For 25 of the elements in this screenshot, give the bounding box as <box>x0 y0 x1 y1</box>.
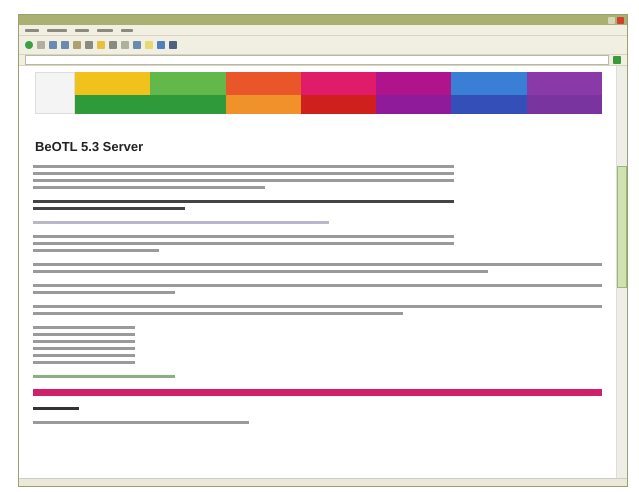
banner-tile[interactable] <box>526 72 602 95</box>
banner-tile[interactable] <box>376 95 452 114</box>
minimize-icon[interactable] <box>608 16 615 24</box>
banner-tile[interactable] <box>150 72 226 95</box>
menu-item-icon[interactable] <box>121 28 133 32</box>
banner-tile[interactable] <box>526 95 602 114</box>
banner-tile[interactable] <box>226 72 301 95</box>
banner-tile[interactable] <box>451 72 527 95</box>
banner-tile[interactable] <box>226 95 301 114</box>
scrollbar[interactable] <box>616 66 627 478</box>
banner-tile[interactable] <box>376 72 452 95</box>
menu-item-icon[interactable] <box>47 28 67 32</box>
page-heading: BeOTL 5.3 Server <box>35 139 144 154</box>
menu-item-icon[interactable] <box>97 28 113 32</box>
banner-tile[interactable] <box>300 95 376 114</box>
banner-tile[interactable] <box>451 95 527 114</box>
blurred-text-drawing <box>33 407 79 410</box>
banner-tile[interactable] <box>300 72 376 95</box>
menu-item-icon[interactable] <box>75 28 89 32</box>
close-icon[interactable] <box>617 16 624 24</box>
banner-tile[interactable] <box>75 95 150 114</box>
go-icon[interactable] <box>613 56 621 64</box>
menu-item-icon[interactable] <box>25 28 39 32</box>
banner-tile[interactable] <box>150 95 226 114</box>
banner-tile[interactable] <box>75 72 150 95</box>
